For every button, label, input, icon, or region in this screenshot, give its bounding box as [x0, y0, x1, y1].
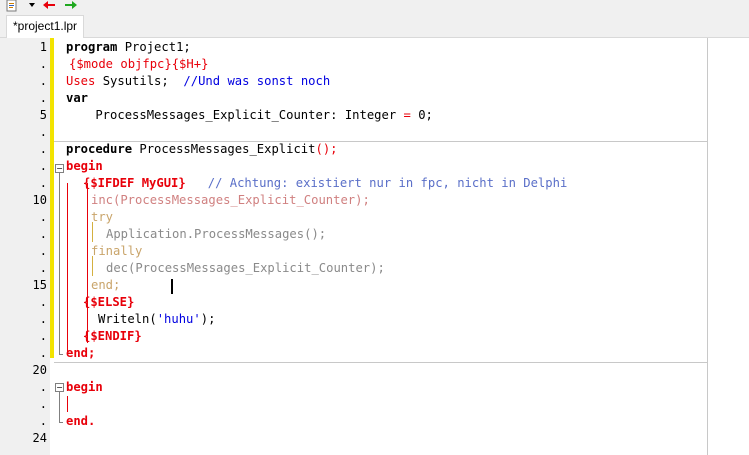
block-guide	[87, 183, 88, 343]
code-line: Application.ProcessMessages();	[106, 227, 327, 241]
line-number: .	[39, 125, 47, 139]
line-number: .	[39, 227, 47, 241]
code-line: {$ELSE}	[83, 295, 135, 309]
line-number: .	[39, 295, 47, 309]
line-number: .	[39, 244, 47, 258]
forward-arrow-icon[interactable]	[64, 0, 78, 12]
code-line: var	[66, 91, 89, 105]
line-number: 1	[39, 40, 47, 54]
fold-end	[59, 422, 63, 423]
line-number: .	[39, 91, 47, 105]
line-number: .	[39, 176, 47, 190]
line-number: .	[39, 346, 47, 360]
line-number: .	[39, 159, 47, 173]
block-guide	[67, 183, 68, 353]
procedure-separator	[54, 362, 707, 363]
line-number: 5	[39, 108, 47, 122]
code-line: end;	[66, 346, 96, 360]
source-file-icon[interactable]	[6, 0, 20, 12]
code-line: finally	[91, 244, 143, 258]
code-line: begin	[66, 159, 103, 173]
text-caret	[171, 279, 173, 294]
line-number: 20	[32, 363, 47, 377]
line-number: .	[39, 57, 47, 71]
tab-project1-lpr[interactable]: *project1.lpr	[6, 15, 85, 38]
code-line: end.	[66, 414, 96, 428]
code-line: {$mode objfpc}{$H+}	[69, 57, 209, 71]
code-line: ProcessMessages_Explicit_Counter: Intege…	[66, 108, 433, 122]
line-number: .	[39, 312, 47, 326]
line-number: 10	[32, 193, 47, 207]
code-line: end;	[91, 278, 121, 292]
line-number: .	[39, 329, 47, 343]
line-number-gutter: 1 . . . 5 . . . . 10 . . . . 15 . . . . …	[0, 38, 50, 455]
code-line: program Project1;	[66, 40, 191, 54]
line-number: 15	[32, 278, 47, 292]
line-number: .	[39, 142, 47, 156]
toolbar	[0, 0, 749, 13]
code-line: {$IFDEF MyGUI} // Achtung: existiert nur…	[83, 176, 568, 190]
line-number: .	[39, 380, 47, 394]
back-arrow-icon[interactable]	[42, 0, 56, 12]
fold-line	[59, 392, 60, 422]
code-line: Writeln('huhu');	[98, 312, 216, 326]
code-line: try	[91, 210, 114, 224]
line-number: 24	[32, 431, 47, 445]
line-number: .	[39, 210, 47, 224]
code-line: Uses Sysutils; //Und was sonst noch	[66, 74, 331, 88]
code-line: procedure ProcessMessages_Explicit();	[66, 142, 338, 156]
fold-line	[59, 173, 60, 354]
source-editor[interactable]: 1 . . . 5 . . . . 10 . . . . 15 . . . . …	[0, 38, 749, 455]
block-guide	[67, 396, 68, 412]
code-line: {$ENDIF}	[83, 329, 142, 343]
fold-toggle-icon[interactable]: −	[55, 164, 64, 173]
fold-toggle-icon[interactable]: −	[55, 383, 64, 392]
line-number: .	[39, 74, 47, 88]
right-margin-line	[707, 38, 708, 455]
tab-bar: *project1.lpr	[0, 13, 749, 38]
code-line: dec(ProcessMessages_Explicit_Counter);	[106, 261, 385, 275]
code-line: begin	[66, 380, 103, 394]
dropdown-arrow-icon[interactable]	[28, 0, 36, 12]
fold-end	[59, 354, 63, 355]
code-line: inc(ProcessMessages_Explicit_Counter);	[91, 193, 370, 207]
line-number: .	[39, 414, 47, 428]
line-number: .	[39, 261, 47, 275]
line-number: .	[39, 397, 47, 411]
